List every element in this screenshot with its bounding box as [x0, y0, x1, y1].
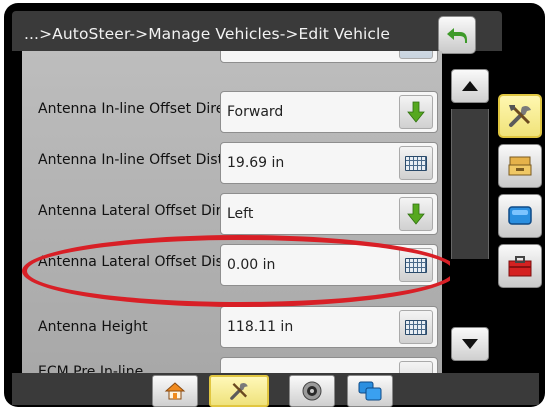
row-label-antenna-height: Antenna Height — [38, 319, 148, 335]
field-value: Forward — [227, 104, 284, 120]
dropdown-arrow-icon — [407, 101, 425, 123]
side-tab-toolbox[interactable] — [498, 244, 542, 288]
side-tab-storage[interactable] — [498, 144, 542, 188]
side-tab-tools[interactable] — [498, 94, 542, 138]
dropdown-button[interactable] — [399, 95, 433, 129]
display-icon — [508, 206, 532, 225]
antenna-inline-distance-field[interactable]: 19.69 in — [220, 142, 438, 184]
bottom-tab-camera[interactable] — [289, 375, 335, 407]
storage-icon — [508, 156, 532, 176]
side-tab-display[interactable] — [498, 194, 542, 238]
ecm-pre-inline-field[interactable] — [220, 357, 438, 374]
dropdown-arrow-icon — [407, 203, 425, 225]
bottom-tab-display[interactable] — [347, 375, 393, 407]
back-button[interactable] — [438, 16, 476, 54]
keyboard-button[interactable] — [399, 310, 433, 344]
field-value: 118.11 in — [227, 319, 294, 335]
scroll-up-button[interactable] — [451, 69, 489, 103]
tools-icon — [509, 105, 531, 127]
bottom-bar — [12, 373, 539, 405]
camera-icon — [302, 381, 322, 401]
highlight-ellipse — [22, 235, 458, 307]
title-bar: ...>AutoSteer->Manage Vehicles->Edit Veh… — [12, 11, 502, 51]
scroll-thumb[interactable] — [451, 109, 489, 259]
antenna-height-field[interactable]: 118.11 in — [220, 306, 438, 348]
antenna-lateral-direction-field[interactable]: Left — [220, 193, 438, 235]
scroll-down-button[interactable] — [451, 327, 489, 361]
tools-icon — [230, 382, 248, 400]
down-triangle-icon — [462, 339, 478, 349]
field-value: Left — [227, 206, 254, 222]
display-icon — [358, 381, 382, 401]
up-triangle-icon — [462, 81, 478, 91]
previous-field[interactable] — [220, 51, 438, 63]
keyboard-icon — [405, 155, 427, 171]
toolbox-icon — [508, 256, 532, 277]
bottom-tab-tools[interactable] — [209, 375, 269, 407]
scrollbar[interactable] — [450, 69, 490, 371]
device-screen: ...>AutoSteer->Manage Vehicles->Edit Veh… — [4, 3, 545, 407]
bottom-tab-home[interactable] — [152, 375, 198, 407]
back-arrow-icon — [447, 28, 467, 43]
dropdown-button[interactable] — [399, 197, 433, 231]
keyboard-button[interactable] — [399, 146, 433, 180]
keyboard-icon — [405, 319, 427, 335]
settings-list: Antenna In-line Offset Direction Forward… — [22, 51, 442, 374]
home-icon — [164, 382, 186, 400]
field-value: 19.69 in — [227, 155, 285, 171]
breadcrumb-title: ...>AutoSteer->Manage Vehicles->Edit Veh… — [24, 25, 391, 43]
antenna-inline-direction-field[interactable]: Forward — [220, 91, 438, 133]
keyboard-button[interactable] — [399, 51, 433, 59]
